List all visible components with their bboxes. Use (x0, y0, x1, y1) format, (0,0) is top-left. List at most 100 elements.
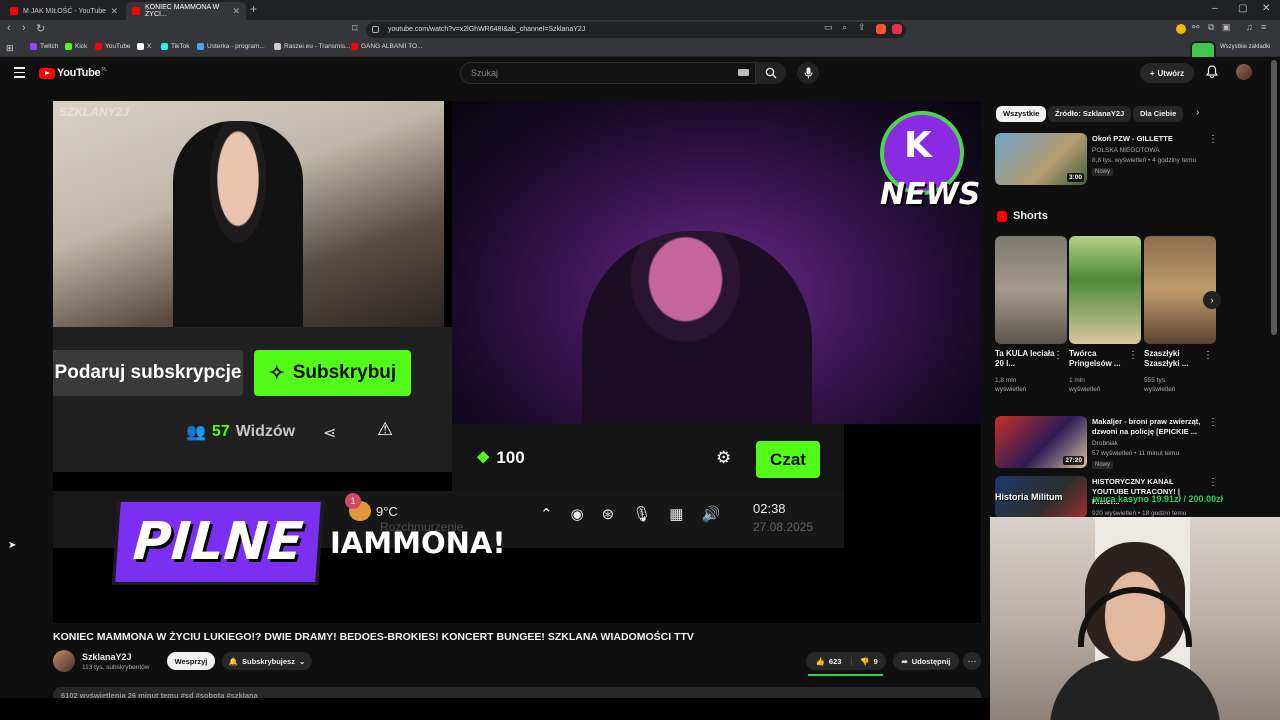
media-icon[interactable]: ♫ (1246, 22, 1253, 32)
channel-name[interactable]: SzklanaY2J (82, 652, 132, 662)
tab-title: M JAK MIŁOŚĆ - YouTube (23, 7, 106, 15)
share-page-icon[interactable]: ⇪ (858, 22, 866, 33)
bookmark-icon[interactable]: ⌑ (352, 22, 358, 35)
recommended-thumbnail-2[interactable]: 27:20 (995, 416, 1087, 468)
chip-for-you[interactable]: Dla Ciebie (1133, 106, 1184, 122)
zoom-icon[interactable]: ⌕ (842, 22, 847, 33)
short-thumbnail-1[interactable] (995, 236, 1067, 344)
join-button[interactable]: Wesprzyj (167, 652, 215, 670)
forward-arrow-icon[interactable]: › (22, 22, 26, 34)
youtube-header: YouTube PL Szukaj + Utwórz (0, 57, 1280, 89)
microphone-icon (804, 67, 812, 79)
bell-icon: 🔔 (228, 656, 239, 666)
gear-icon: ⚙ (716, 448, 732, 467)
create-button[interactable]: + Utwórz (1140, 63, 1194, 83)
bookmarks-bar: ⊞ Twitch Kick YouTube X TikTok Usterka -… (0, 40, 1280, 57)
weather-widget: 1 9°C (345, 493, 398, 521)
video-player[interactable]: SZKLANY2J K NEWS Podaruj subskrypcje ✧ S… (53, 101, 981, 623)
kick-subscribe-button[interactable]: ✧ Subskrybuj (254, 350, 411, 396)
microphone-icon: 🎙 (632, 506, 652, 523)
bookmark-youtube[interactable]: YouTube (95, 43, 131, 50)
bookmark-x[interactable]: X (137, 43, 151, 50)
short-title-3[interactable]: Szaszłyki Szaszłyki ... (1144, 349, 1206, 370)
bookmark-usterka[interactable]: Usterka - program... (197, 43, 265, 50)
close-tab-icon[interactable]: ✕ (232, 6, 240, 17)
maximize-button[interactable]: ▢ (1238, 3, 1247, 14)
close-window-button[interactable]: ✕ (1262, 3, 1270, 14)
keyboard-icon[interactable] (738, 69, 749, 76)
hamburger-menu-icon[interactable] (14, 67, 25, 81)
kebab-menu-icon[interactable]: ⋮ (1203, 350, 1213, 361)
x-icon (137, 43, 144, 50)
browser-tab-2-active[interactable]: KONIEC MAMMONA W ŻYCI... ✕ (126, 2, 246, 20)
breaking-news-label: PILNE (111, 499, 325, 585)
kebab-menu-icon[interactable]: ⋮ (1128, 350, 1138, 361)
notification-badge: 1 (345, 493, 361, 509)
short-thumbnail-2[interactable] (1069, 236, 1141, 344)
chip-source[interactable]: Źródło: SzklanaY2J (1048, 106, 1132, 122)
kebab-menu-icon[interactable]: ⋮ (1208, 477, 1218, 488)
puzzle-icon[interactable]: ⧉ (1208, 22, 1214, 33)
share-stream-icon: ⋖ (323, 425, 337, 442)
chip-all[interactable]: Wszystkie (996, 106, 1047, 122)
channel-avatar[interactable] (53, 650, 75, 672)
tab-title: KONIEC MAMMONA W ŻYCI... (145, 4, 220, 18)
gang-albanii-icon (351, 43, 358, 50)
bookmark-raszei[interactable]: Raszei.eu - Transmis... (274, 43, 350, 50)
short-title-1[interactable]: Ta KULA leciała 20 l... (995, 349, 1057, 370)
more-actions-button[interactable]: ⋯ (963, 652, 981, 670)
menu-icon[interactable]: ≡ (1261, 22, 1266, 32)
search-input[interactable]: Szukaj (460, 62, 756, 84)
brave-shield-icon[interactable] (876, 24, 886, 34)
minimize-button[interactable]: – (1212, 3, 1218, 14)
recommended-title-2[interactable]: Makaljer - broni praw zwierząt, dzwoni n… (1092, 417, 1202, 437)
close-tab-icon[interactable]: ✕ (110, 6, 118, 17)
apps-grid-icon[interactable]: ⊞ (6, 43, 14, 54)
brave-rewards-icon[interactable] (892, 24, 902, 34)
bookmark-kick[interactable]: Kick (65, 43, 87, 50)
notifications-bell-icon[interactable] (1205, 65, 1219, 81)
short-thumbnail-3[interactable] (1144, 236, 1216, 344)
voice-search-button[interactable] (797, 62, 819, 84)
recommended-meta-2: 57 wyświetleń • 11 minut temu (1092, 450, 1180, 457)
like-button[interactable]: 👍 623 (806, 656, 852, 666)
viewer-count: 👥 57 Widzów (186, 423, 296, 441)
recommended-channel-2[interactable]: Drobniak (1092, 439, 1118, 449)
dislike-button[interactable]: 👎 9 (852, 657, 886, 666)
extension-icon[interactable]: ⚯ (1192, 22, 1200, 33)
wallet-icon[interactable] (1176, 24, 1186, 34)
recommended-title-1[interactable]: Okoń PZW - GILLETTE (1092, 134, 1192, 144)
kick-icon (65, 43, 72, 50)
page-scrollbar[interactable] (1271, 60, 1277, 335)
youtube-logo[interactable]: YouTube PL (39, 67, 107, 79)
sidebar-icon[interactable]: ▣ (1222, 22, 1231, 33)
kebab-menu-icon[interactable]: ⋮ (1053, 350, 1063, 361)
new-tab-button[interactable]: + (250, 2, 257, 16)
site-info-icon[interactable] (372, 26, 379, 33)
account-avatar[interactable] (1236, 64, 1252, 80)
mouse-cursor-icon: ➤ (8, 540, 17, 551)
back-arrow-icon[interactable]: ‹ (7, 22, 11, 34)
shorts-next-button[interactable]: › (1203, 291, 1221, 309)
share-button[interactable]: ➦ Udostępnij (893, 652, 959, 670)
bookmark-twitch[interactable]: Twitch (30, 43, 58, 50)
weather-sun-icon: 1 (345, 493, 371, 521)
cast-icon[interactable]: ▭ (824, 22, 833, 33)
bookmark-tiktok[interactable]: TikTok (161, 43, 190, 50)
kebab-menu-icon[interactable]: ⋮ (1208, 134, 1218, 145)
kebab-menu-icon[interactable]: ⋮ (1208, 417, 1218, 428)
thumbs-down-icon: 👎 (860, 656, 870, 666)
browser-tab-1[interactable]: M JAK MIŁOŚĆ - YouTube ✕ (4, 2, 124, 20)
video-title: KONIEC MAMMONA W ŻYCIU LUKIEGO!? DWIE DR… (53, 631, 694, 643)
new-badge: Nowy (1092, 461, 1114, 469)
gift-subs-button[interactable]: Podaruj subskrypcje (53, 350, 243, 396)
recommended-thumbnail-1[interactable]: 3:00 (995, 133, 1087, 185)
search-button[interactable] (756, 62, 786, 84)
short-title-2[interactable]: Twórca Pringelsów ... (1069, 349, 1131, 370)
chevron-right-icon[interactable]: › (1196, 107, 1199, 118)
bookmark-gang-albanii[interactable]: GANG ALBANII TO... (351, 43, 423, 50)
all-bookmarks-button[interactable]: Wszystkie zakładki (1220, 44, 1270, 50)
recommended-channel-1[interactable]: POLSKA NIEGOTOWA (1092, 146, 1160, 156)
subscribed-button[interactable]: 🔔 Subskrybujesz ⌄ (222, 652, 312, 670)
reload-icon[interactable]: ↻ (36, 22, 45, 35)
